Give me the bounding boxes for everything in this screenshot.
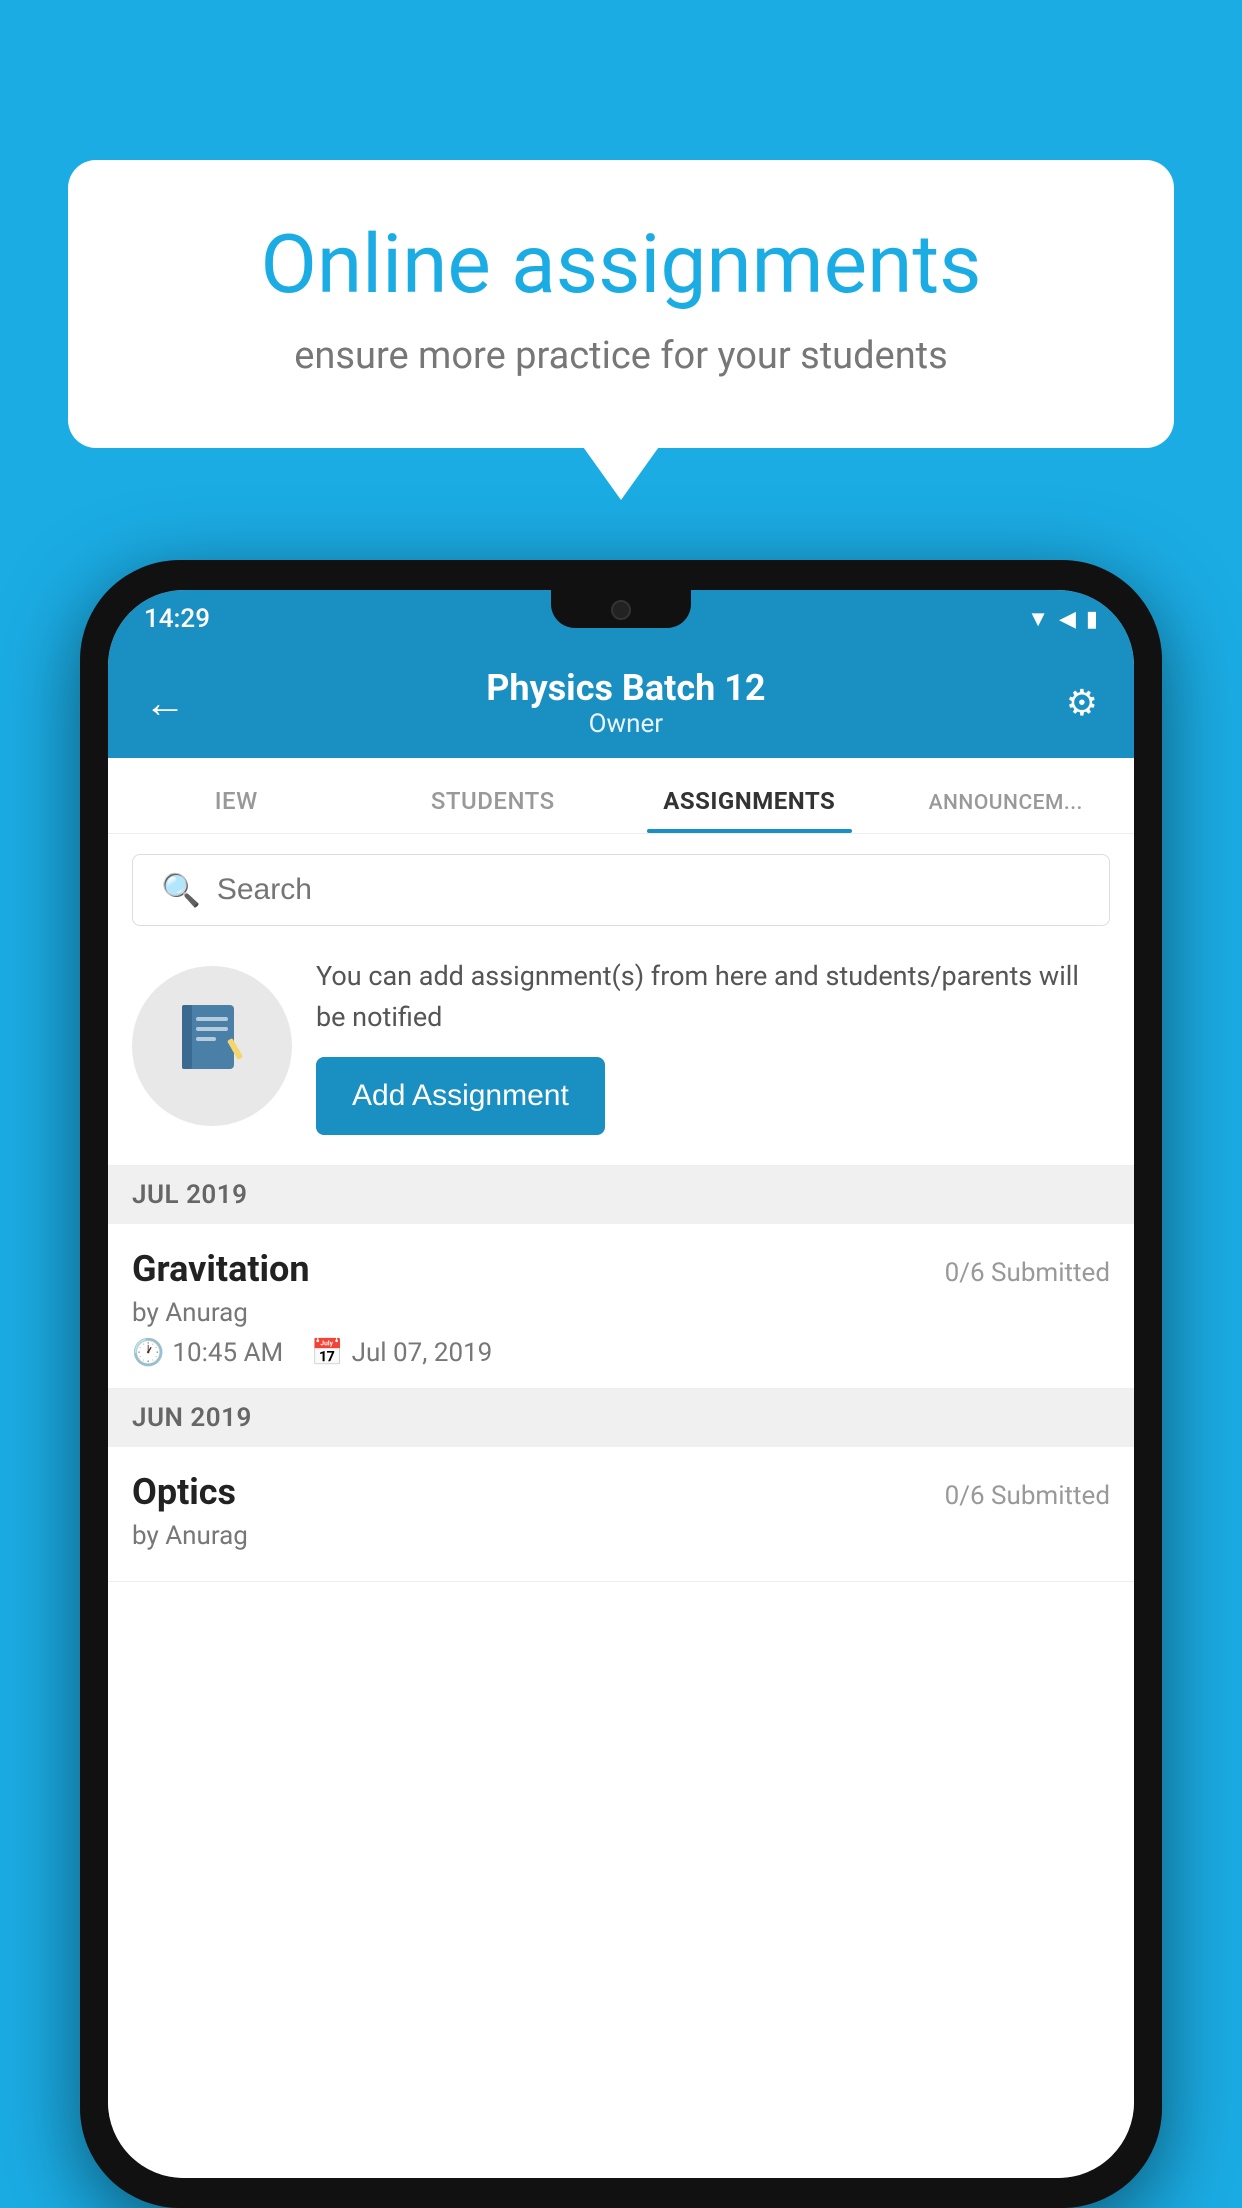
status-icons: ▼ ◀ ▮ <box>1027 606 1098 632</box>
phone-screen: 14:29 ▼ ◀ ▮ ← Physics Batch 12 Owner ⚙ I… <box>108 590 1134 2178</box>
promo-icon-circle <box>132 966 292 1126</box>
phone-notch <box>551 590 691 628</box>
camera-notch <box>611 600 631 620</box>
promo-section: You can add assignment(s) from here and … <box>108 926 1134 1166</box>
signal-icon: ◀ <box>1059 607 1076 632</box>
search-input[interactable] <box>217 873 1081 907</box>
bubble-subtitle: ensure more practice for your students <box>138 334 1104 378</box>
tab-announcements[interactable]: ANNOUNCEM... <box>878 791 1135 833</box>
assignment-meta: 🕐 10:45 AM 📅 Jul 07, 2019 <box>132 1338 1110 1368</box>
header-title-group: Physics Batch 12 Owner <box>486 667 765 739</box>
clock-icon: 🕐 <box>132 1338 164 1368</box>
section-header-jun: JUN 2019 <box>108 1389 1134 1447</box>
battery-icon: ▮ <box>1086 607 1098 632</box>
notebook-icon <box>172 997 252 1095</box>
wifi-icon: ▼ <box>1027 606 1049 632</box>
section-header-jul: JUL 2019 <box>108 1166 1134 1224</box>
status-time: 14:29 <box>144 604 210 634</box>
assignment-name-optics: Optics <box>132 1471 236 1513</box>
bubble-title: Online assignments <box>138 220 1104 310</box>
add-assignment-button[interactable]: Add Assignment <box>316 1057 605 1135</box>
back-button[interactable]: ← <box>144 679 186 728</box>
assignment-time: 🕐 10:45 AM <box>132 1338 283 1368</box>
assignment-date-value: Jul 07, 2019 <box>352 1338 493 1368</box>
phone-container: 14:29 ▼ ◀ ▮ ← Physics Batch 12 Owner ⚙ I… <box>80 560 1162 2208</box>
tab-bar: IEW STUDENTS ASSIGNMENTS ANNOUNCEM... <box>108 758 1134 834</box>
phone-frame: 14:29 ▼ ◀ ▮ ← Physics Batch 12 Owner ⚙ I… <box>80 560 1162 2208</box>
assignment-submitted: 0/6 Submitted <box>945 1258 1110 1288</box>
content-area: 🔍 <box>108 834 1134 2178</box>
assignment-item-gravitation[interactable]: Gravitation 0/6 Submitted by Anurag 🕐 10… <box>108 1224 1134 1389</box>
assignment-row-title-optics: Optics 0/6 Submitted <box>132 1471 1110 1513</box>
tab-iew[interactable]: IEW <box>108 787 365 833</box>
header-subtitle: Owner <box>486 709 765 739</box>
tab-students[interactable]: STUDENTS <box>365 787 622 833</box>
promo-content: You can add assignment(s) from here and … <box>316 956 1110 1135</box>
assignment-author-optics: by Anurag <box>132 1521 1110 1551</box>
settings-icon[interactable]: ⚙ <box>1066 682 1098 724</box>
speech-bubble: Online assignments ensure more practice … <box>68 160 1174 448</box>
calendar-icon: 📅 <box>311 1338 343 1368</box>
header-title: Physics Batch 12 <box>486 667 765 709</box>
assignment-item-optics[interactable]: Optics 0/6 Submitted by Anurag <box>108 1447 1134 1582</box>
search-icon: 🔍 <box>161 871 201 909</box>
assignment-row-title: Gravitation 0/6 Submitted <box>132 1248 1110 1290</box>
search-bar: 🔍 <box>132 854 1110 926</box>
tab-assignments[interactable]: ASSIGNMENTS <box>621 787 878 833</box>
app-header: ← Physics Batch 12 Owner ⚙ <box>108 648 1134 758</box>
assignment-submitted-optics: 0/6 Submitted <box>945 1481 1110 1511</box>
promo-text: You can add assignment(s) from here and … <box>316 956 1110 1037</box>
assignment-name: Gravitation <box>132 1248 310 1290</box>
assignment-date: 📅 Jul 07, 2019 <box>311 1338 492 1368</box>
assignment-time-value: 10:45 AM <box>172 1338 283 1368</box>
assignment-author: by Anurag <box>132 1298 1110 1328</box>
